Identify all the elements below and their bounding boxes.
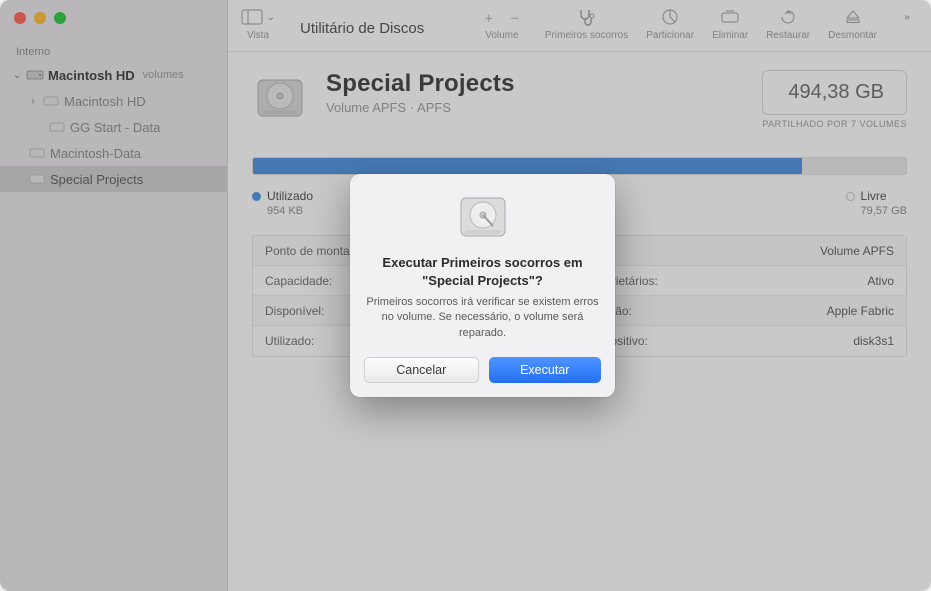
dialog-title: Executar Primeiros socorros em "Special …	[364, 254, 601, 289]
disk-utility-window: Interno ⌄ Macintosh HD volumes › Macinto…	[0, 0, 931, 591]
cancel-button[interactable]: Cancelar	[364, 357, 479, 383]
disk-dialog-icon	[453, 190, 513, 246]
firstaid-dialog: Executar Primeiros socorros em "Special …	[350, 174, 615, 397]
execute-button[interactable]: Executar	[489, 357, 602, 383]
dialog-body: Primeiros socorros irá verificar se exis…	[364, 295, 601, 341]
